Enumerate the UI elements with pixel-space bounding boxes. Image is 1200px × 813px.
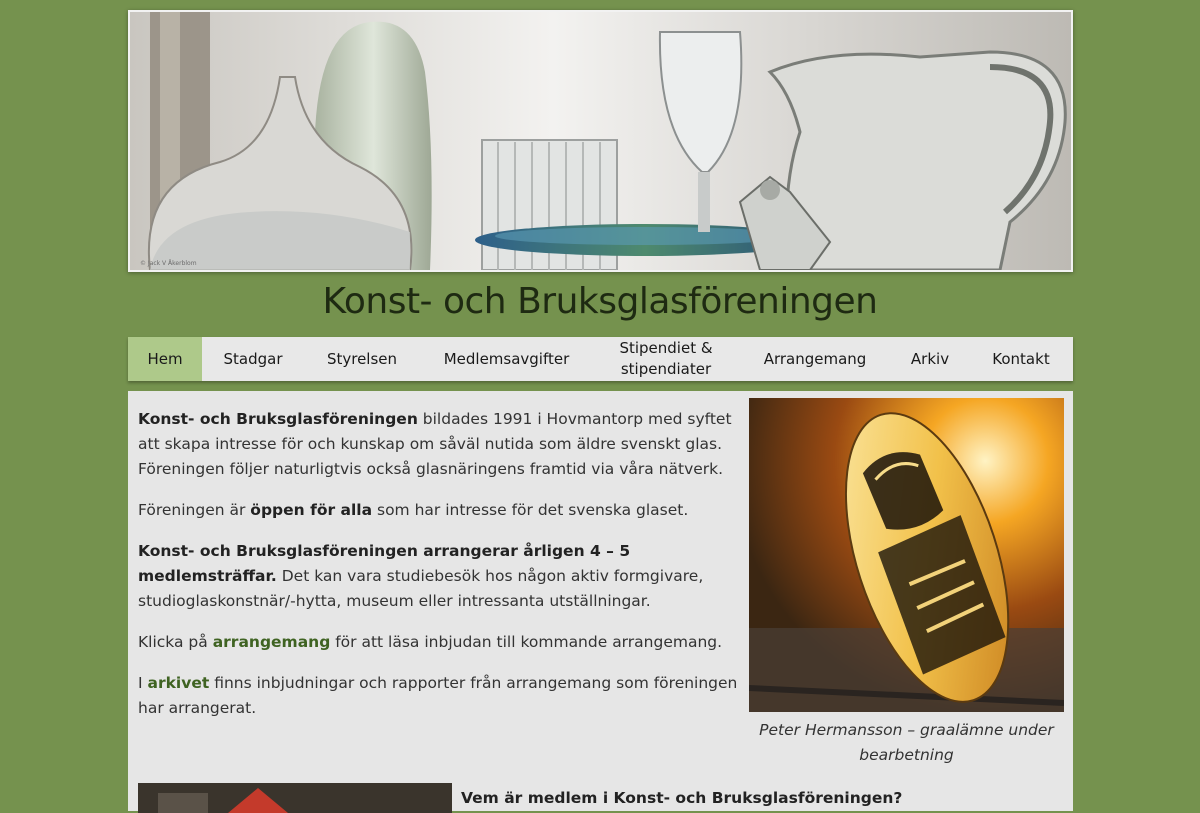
text-fragment: finns inbjudningar och rapporter från ar… — [138, 674, 738, 717]
nav-item-arrangemang[interactable]: Arrangemang — [739, 337, 891, 381]
nav-item-stipendiet[interactable]: Stipendiet & stipendiater — [593, 337, 739, 381]
nav-item-medlemsavgifter[interactable]: Medlemsavgifter — [420, 337, 593, 381]
arrangemang-paragraph: Klicka på arrangemang för att läsa inbju… — [138, 630, 738, 655]
nav-item-kontakt[interactable]: Kontakt — [969, 337, 1073, 381]
archive-link[interactable]: arkivet — [148, 674, 210, 692]
banner-credit: © Jack V Åkerblom — [140, 260, 197, 267]
text-fragment: för att läsa inbjudan till kommande arra… — [330, 633, 723, 651]
photo-caption: Peter Hermansson – graalämne under bearb… — [759, 721, 1054, 764]
site-title: Konst- och Bruksglasföreningen — [322, 281, 878, 322]
nav-item-styrelsen[interactable]: Styrelsen — [304, 337, 420, 381]
main-content: Konst- och Bruksglasföreningen bildades … — [128, 391, 1073, 813]
members-heading: Vem är medlem i Konst- och Bruksglasföre… — [461, 789, 903, 807]
header-banner-image: © Jack V Åkerblom — [128, 10, 1073, 272]
text-fragment: Föreningen är — [138, 501, 251, 519]
nav-item-hem[interactable]: Hem — [128, 337, 202, 381]
text-fragment: Klicka på — [138, 633, 213, 651]
text-fragment: som har intresse för det svenska glaset. — [372, 501, 689, 519]
text-fragment: I — [138, 674, 148, 692]
meetings-paragraph: Konst- och Bruksglasföreningen arrangera… — [138, 539, 738, 614]
nav-item-arkiv[interactable]: Arkiv — [891, 337, 969, 381]
graal-photo — [749, 398, 1064, 712]
intro-paragraph: Konst- och Bruksglasföreningen bildades … — [138, 407, 738, 482]
open-for-all-paragraph: Föreningen är öppen för alla som har int… — [138, 498, 738, 523]
nav-item-stadgar[interactable]: Stadgar — [202, 337, 304, 381]
archive-paragraph: I arkivet finns inbjudningar och rapport… — [138, 671, 738, 721]
second-photo-thumbnail — [138, 783, 452, 813]
intro-text: Konst- och Bruksglasföreningen bildades … — [138, 407, 738, 737]
main-nav: Hem Stadgar Styrelsen Medlemsavgifter St… — [128, 337, 1073, 381]
open-for-all-strong: öppen för alla — [250, 501, 373, 519]
org-name-strong: Konst- och Bruksglasföreningen — [138, 410, 418, 428]
arrangemang-link[interactable]: arrangemang — [213, 633, 331, 651]
